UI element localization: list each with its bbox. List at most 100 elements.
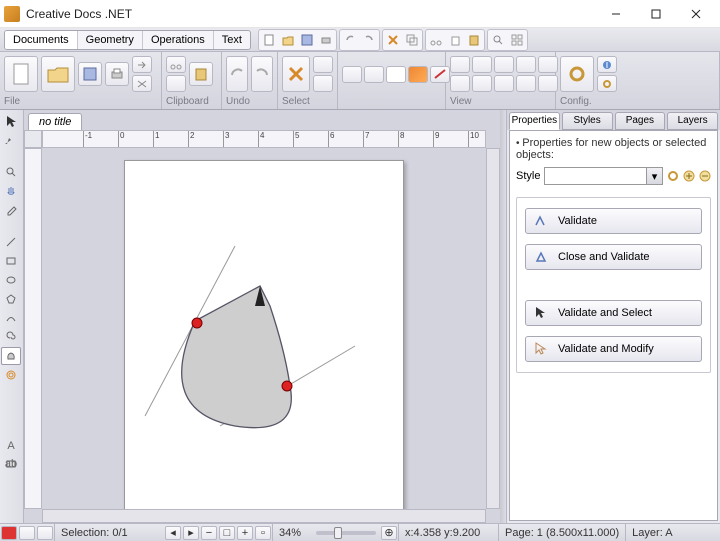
- status-doc-button[interactable]: [19, 526, 35, 540]
- tab-layers[interactable]: Layers: [667, 112, 718, 130]
- fill-white-button[interactable]: [386, 66, 406, 83]
- select-tool[interactable]: [1, 112, 21, 130]
- redo-button[interactable]: [251, 56, 273, 92]
- new-doc-button[interactable]: [4, 56, 38, 92]
- order-back-button[interactable]: [364, 66, 384, 83]
- order-front-button[interactable]: [342, 66, 362, 83]
- view-10-button[interactable]: [538, 75, 558, 92]
- tab-properties[interactable]: Properties: [509, 112, 560, 130]
- zoom-in-button[interactable]: +: [237, 526, 253, 540]
- delete-icon[interactable]: [384, 31, 402, 49]
- cut-icon[interactable]: [427, 31, 445, 49]
- minimize-button[interactable]: [596, 2, 636, 26]
- canvas-viewport[interactable]: [42, 148, 486, 509]
- style-select[interactable]: ▾: [544, 167, 663, 185]
- view-8-button[interactable]: [494, 75, 514, 92]
- remove-icon[interactable]: [699, 170, 711, 182]
- status-layers-button[interactable]: [37, 526, 53, 540]
- delete-sel-button[interactable]: [282, 56, 310, 92]
- rect-tool[interactable]: [1, 252, 21, 270]
- status-rec-button[interactable]: [1, 526, 17, 540]
- view-abc-button[interactable]: [450, 75, 470, 92]
- export-button[interactable]: [132, 56, 152, 73]
- curve-tool[interactable]: [1, 309, 21, 327]
- view-9-button[interactable]: [516, 75, 536, 92]
- refresh-button[interactable]: [597, 75, 617, 92]
- copy-button[interactable]: [166, 75, 186, 92]
- validate-button[interactable]: Validate: [525, 208, 702, 234]
- add-icon[interactable]: [683, 170, 695, 182]
- cut-button[interactable]: [166, 56, 186, 73]
- new-icon[interactable]: [260, 31, 278, 49]
- print-button[interactable]: [105, 62, 129, 86]
- tab-pages[interactable]: Pages: [615, 112, 666, 130]
- spiral-tool[interactable]: [1, 328, 21, 346]
- view-snap-button[interactable]: [516, 56, 536, 73]
- textbox-tool[interactable]: ab: [1, 455, 21, 473]
- view-grid-button[interactable]: [450, 56, 470, 73]
- duplicate-icon[interactable]: [403, 31, 421, 49]
- zoom-page-button[interactable]: ▫: [255, 526, 271, 540]
- menu-tab-documents[interactable]: Documents: [5, 31, 78, 49]
- open-icon[interactable]: [279, 31, 297, 49]
- undo-icon[interactable]: [341, 31, 359, 49]
- view-rulers-button[interactable]: [494, 56, 514, 73]
- view-guides-button[interactable]: [472, 56, 492, 73]
- menu-tab-geometry[interactable]: Geometry: [78, 31, 143, 49]
- close-button[interactable]: [676, 2, 716, 26]
- paste-button[interactable]: [189, 62, 213, 86]
- fill-gradient-button[interactable]: [408, 66, 428, 83]
- hand-tool[interactable]: [1, 182, 21, 200]
- edit-tool[interactable]: [1, 131, 21, 149]
- picker-tool[interactable]: [1, 201, 21, 219]
- gear-icon[interactable]: [667, 170, 679, 182]
- ring-tool[interactable]: [1, 366, 21, 384]
- zoom-fit-button[interactable]: □: [219, 526, 235, 540]
- zoom-out-button[interactable]: −: [201, 526, 217, 540]
- save-icon[interactable]: [298, 31, 316, 49]
- menu-tab-operations[interactable]: Operations: [143, 31, 214, 49]
- sel-prev-button[interactable]: ◂: [165, 526, 181, 540]
- maximize-button[interactable]: [636, 2, 676, 26]
- zoom-icon[interactable]: [489, 31, 507, 49]
- zoom-slider[interactable]: [316, 531, 376, 535]
- other-tool-2[interactable]: [1, 404, 21, 422]
- settings-button[interactable]: [560, 56, 594, 92]
- deselect-button[interactable]: [313, 75, 333, 92]
- close-doc-button[interactable]: [132, 75, 152, 92]
- view-5-button[interactable]: [538, 56, 558, 73]
- print-icon[interactable]: [317, 31, 335, 49]
- validate-modify-button[interactable]: Validate and Modify: [525, 336, 702, 362]
- open-doc-button[interactable]: [41, 56, 75, 92]
- info-button[interactable]: i: [597, 56, 617, 73]
- line-tool[interactable]: [1, 233, 21, 251]
- undo-button[interactable]: [226, 56, 248, 92]
- select-all-button[interactable]: [313, 56, 333, 73]
- chevron-down-icon[interactable]: ▾: [646, 168, 662, 184]
- validate-select-button[interactable]: Validate and Select: [525, 300, 702, 326]
- other-tool-1[interactable]: [1, 385, 21, 403]
- panel-info-text: • Properties for new objects or selected…: [516, 137, 711, 161]
- ellipse-tool[interactable]: [1, 271, 21, 289]
- view-7-button[interactable]: [472, 75, 492, 92]
- paste-icon[interactable]: [465, 31, 483, 49]
- group-clipboard-label: Clipboard: [162, 96, 221, 109]
- redo-icon[interactable]: [360, 31, 378, 49]
- zoom-tool[interactable]: [1, 163, 21, 181]
- polygon-tool[interactable]: [1, 290, 21, 308]
- zoom-plus-button[interactable]: ⊕: [381, 526, 397, 540]
- sel-next-button[interactable]: ▸: [183, 526, 199, 540]
- horizontal-ruler: -1 0 1 2 3 4 5 6 7 8 9 10: [42, 130, 486, 148]
- document-tab[interactable]: no title: [28, 113, 82, 130]
- grid-icon[interactable]: [508, 31, 526, 49]
- close-validate-button[interactable]: Close and Validate: [525, 244, 702, 270]
- text-tool[interactable]: A: [1, 436, 21, 454]
- menu-tab-text[interactable]: Text: [214, 31, 250, 49]
- copy-icon[interactable]: [446, 31, 464, 49]
- horizontal-scrollbar[interactable]: [42, 509, 486, 523]
- save-button[interactable]: [78, 62, 102, 86]
- shape-tool[interactable]: [1, 347, 21, 365]
- tab-styles[interactable]: Styles: [562, 112, 613, 130]
- drawing-shape[interactable]: [125, 161, 405, 509]
- vertical-scrollbar[interactable]: [486, 148, 500, 509]
